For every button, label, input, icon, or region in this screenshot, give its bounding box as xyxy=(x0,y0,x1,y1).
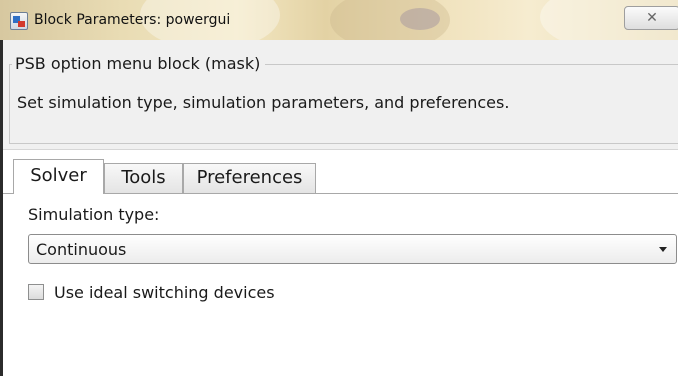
mask-group-title: PSB option menu block (mask) xyxy=(12,55,266,73)
ideal-switching-checkbox[interactable] xyxy=(28,284,44,300)
chevron-down-icon xyxy=(659,247,667,252)
simulation-type-dropdown[interactable]: Continuous xyxy=(28,234,677,264)
tab-strip: Solver Tools Preferences xyxy=(3,159,678,194)
simulation-type-value: Continuous xyxy=(36,240,127,259)
dialog-client-area: PSB option menu block (mask) Set simulat… xyxy=(3,40,678,376)
mask-description-panel: PSB option menu block (mask) Set simulat… xyxy=(3,40,678,150)
tab-solver[interactable]: Solver xyxy=(13,159,104,194)
tab-tools[interactable]: Tools xyxy=(104,163,183,193)
tab-preferences[interactable]: Preferences xyxy=(183,163,316,193)
close-button[interactable]: ✕ xyxy=(624,6,678,30)
mask-description: Set simulation type, simulation paramete… xyxy=(17,93,510,112)
simulation-type-label: Simulation type: xyxy=(28,205,160,224)
window-title: Block Parameters: powergui xyxy=(34,12,231,28)
ideal-switching-label[interactable]: Use ideal switching devices xyxy=(54,283,275,303)
title-bar[interactable]: Block Parameters: powergui ✕ xyxy=(0,0,678,52)
block-parameters-icon xyxy=(10,12,28,30)
dialog-window: Block Parameters: powergui ✕ PSB option … xyxy=(0,0,678,376)
